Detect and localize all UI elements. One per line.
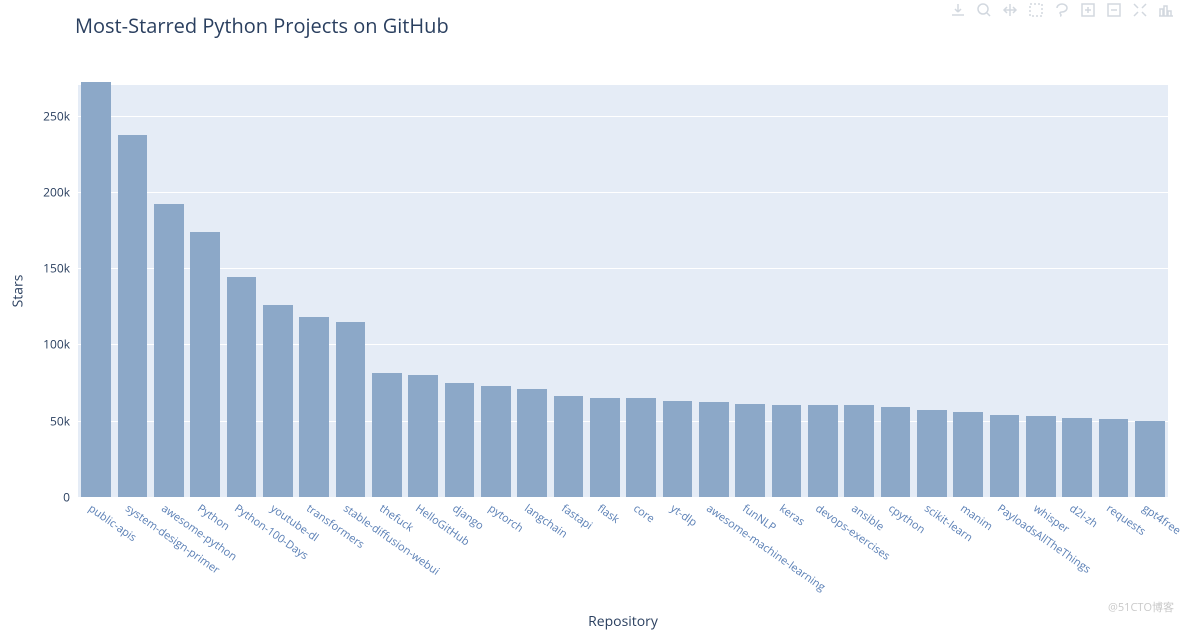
box-select-icon[interactable] [1026, 0, 1046, 20]
bar[interactable] [227, 277, 257, 497]
bar[interactable] [626, 398, 656, 497]
bar[interactable] [917, 410, 947, 497]
y-tick-label: 250k [10, 107, 70, 124]
bar[interactable] [154, 204, 184, 497]
bar[interactable] [81, 82, 111, 497]
chart-container: { "chart_data": { "type": "bar", "title"… [0, 0, 1184, 635]
x-tick-label: core [631, 501, 658, 526]
bar[interactable] [590, 398, 620, 497]
y-tick-label: 100k [10, 336, 70, 353]
y-tick-label: 150k [10, 260, 70, 277]
bar[interactable] [808, 405, 838, 497]
bar[interactable] [408, 375, 438, 497]
y-tick-label: 200k [10, 183, 70, 200]
bar[interactable] [990, 415, 1020, 497]
bar[interactable] [554, 396, 584, 497]
x-tick-label: yt-dlp [667, 501, 700, 530]
bar[interactable] [517, 389, 547, 497]
y-tick-label: 0 [10, 489, 70, 506]
bars-layer [78, 85, 1168, 497]
x-tick-label: flask [594, 501, 622, 527]
zoom-icon[interactable] [974, 0, 994, 20]
x-tick-label: keras [776, 501, 807, 529]
zoom-out-icon[interactable] [1104, 0, 1124, 20]
bar[interactable] [372, 373, 402, 497]
bar[interactable] [881, 407, 911, 497]
bar[interactable] [263, 305, 293, 497]
x-tick-label: pytorch [485, 501, 526, 536]
download-icon[interactable] [948, 0, 968, 20]
bar[interactable] [1099, 419, 1129, 497]
bar[interactable] [190, 232, 220, 498]
lasso-select-icon[interactable] [1052, 0, 1072, 20]
plot-toolbar [948, 0, 1176, 20]
bar[interactable] [953, 412, 983, 497]
bar[interactable] [445, 383, 475, 497]
bar[interactable] [299, 317, 329, 497]
pan-icon[interactable] [1000, 0, 1020, 20]
bar[interactable] [699, 402, 729, 497]
watermark: @51CTO博客 [1108, 599, 1174, 615]
bar[interactable] [663, 401, 693, 497]
x-tick-label: cpython [885, 501, 928, 537]
x-tick-label: requests [1103, 501, 1148, 539]
bar[interactable] [844, 405, 874, 497]
bar[interactable] [735, 404, 765, 497]
chart-title: Most-Starred Python Projects on GitHub [75, 12, 449, 39]
x-tick-label: d2l-zh [1067, 501, 1101, 531]
reset-axes-icon[interactable] [1156, 0, 1176, 20]
bar[interactable] [772, 405, 802, 497]
y-axis-title: Stars [9, 275, 28, 308]
autoscale-icon[interactable] [1130, 0, 1150, 20]
bar[interactable] [481, 386, 511, 497]
x-tick-label: gpt4free [1139, 501, 1183, 538]
bar[interactable] [1062, 418, 1092, 497]
x-labels-layer: public-apissystem-design-primerawesome-p… [78, 497, 1168, 617]
bar[interactable] [118, 135, 148, 497]
bar[interactable] [336, 322, 366, 497]
bar[interactable] [1135, 421, 1165, 497]
bar[interactable] [1026, 416, 1056, 497]
zoom-in-icon[interactable] [1078, 0, 1098, 20]
y-tick-label: 50k [10, 412, 70, 429]
